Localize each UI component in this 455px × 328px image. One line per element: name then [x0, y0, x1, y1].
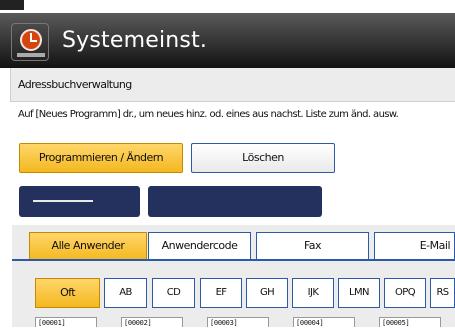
delete-button[interactable]: Löschen [191, 143, 335, 173]
entry-number[interactable]: [00003] [207, 317, 269, 327]
entry-number[interactable]: [00001] [35, 317, 97, 327]
search-button[interactable] [148, 186, 322, 217]
index-key-oft[interactable]: Oft [35, 278, 100, 308]
entry-number[interactable]: [00004] [293, 317, 355, 327]
top-corner-icon [0, 0, 24, 10]
tab-user-code[interactable]: Anwendercode [148, 232, 251, 260]
index-key-gh[interactable]: GH [246, 278, 288, 308]
tab-fax[interactable]: Fax [256, 232, 369, 260]
program-change-button[interactable]: Programmieren / Ändern [19, 143, 183, 173]
index-key-rs[interactable]: RS [430, 278, 455, 308]
index-key-lmn[interactable]: LMN [338, 278, 380, 308]
index-key-ijk[interactable]: IJK [292, 278, 334, 308]
new-program-button[interactable] [19, 186, 140, 217]
tab-email[interactable]: E-Mail [374, 232, 455, 260]
app-title: Systemeinst. [62, 28, 208, 53]
breadcrumb: Adressbuchverwaltung [18, 78, 132, 91]
index-key-ef[interactable]: EF [200, 278, 242, 308]
instruction-text: Auf [Neues Programm] dr., um neues hinz.… [18, 109, 399, 120]
index-key-cd[interactable]: CD [152, 278, 195, 308]
entry-number[interactable]: [00005] [379, 317, 441, 327]
entry-number[interactable]: [00002] [121, 317, 183, 327]
index-key-ab[interactable]: AB [104, 278, 147, 308]
settings-clock-icon [11, 23, 49, 61]
tab-all-users[interactable]: Alle Anwender [29, 232, 147, 260]
index-key-opq[interactable]: OPQ [384, 278, 426, 308]
